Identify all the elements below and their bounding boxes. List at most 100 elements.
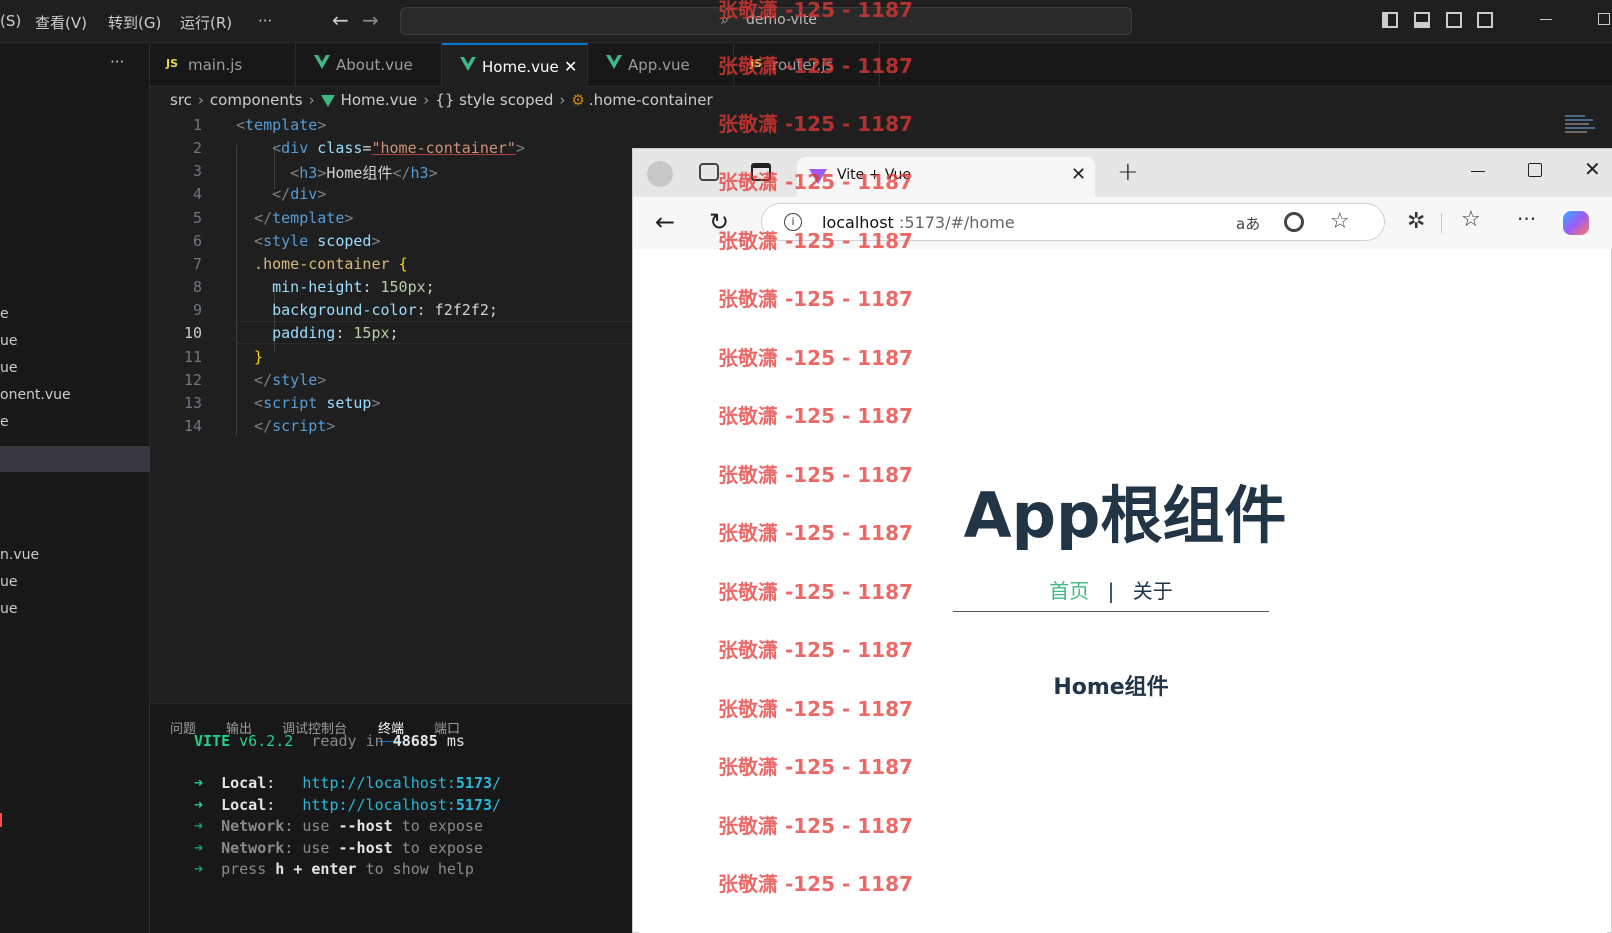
breadcrumb-separator-icon: › [308, 91, 315, 109]
selected-file-highlight [0, 446, 150, 472]
code-token: </ [236, 208, 273, 227]
editor-tab-App-vue[interactable]: App.vue [588, 43, 734, 87]
editor-tab-main-js[interactable]: JS main.js [150, 43, 296, 87]
menu-item[interactable]: 查看(V) [35, 12, 87, 33]
explorer-file-item[interactable]: ue [0, 574, 18, 590]
terminal-token: : [266, 796, 303, 814]
toggle-sidebar-icon[interactable] [1382, 12, 1398, 28]
panel-tab[interactable]: 问题 [170, 718, 196, 737]
workspaces-icon[interactable] [699, 163, 719, 181]
terminal-token: 48685 [392, 732, 438, 750]
maximize-window-icon[interactable] [1528, 163, 1542, 177]
code-token: > [317, 164, 327, 183]
code-token: Home组件 [326, 164, 393, 183]
toggle-secondary-sidebar-icon[interactable] [1446, 12, 1462, 28]
translate-icon[interactable]: aあ [1236, 213, 1260, 234]
back-arrow-icon[interactable]: ← [332, 8, 349, 32]
toggle-panel-icon[interactable] [1414, 12, 1430, 28]
editor-tab-About-vue[interactable]: About.vue [296, 43, 442, 87]
vue-file-icon [320, 94, 335, 107]
profile-avatar-icon[interactable] [647, 161, 673, 187]
back-icon[interactable]: ← [655, 208, 675, 236]
code-token: > [371, 231, 381, 250]
menu-item[interactable]: 运行(R) [180, 12, 232, 33]
watermark-text: 张敬潇 -125 - 1187 [718, 463, 913, 487]
more-actions-icon[interactable]: ··· [110, 53, 124, 71]
breadcrumb-item[interactable]: {} style scoped [435, 91, 553, 109]
extensions-icon[interactable]: ✲ [1407, 209, 1425, 234]
address-path: :5173/#/home [899, 213, 1015, 232]
code-token: > [317, 116, 327, 134]
close-tab-icon[interactable]: ✕ [564, 57, 577, 76]
favorites-icon[interactable]: ☆ [1461, 207, 1481, 232]
code-token: style [263, 231, 318, 250]
explorer-file-item[interactable]: e [0, 414, 9, 430]
explorer-file-item[interactable]: e [0, 306, 9, 322]
terminal-token: ➜ [194, 860, 222, 878]
explorer-file-item[interactable]: ue [0, 601, 18, 617]
terminal-panel: 问题 输出 调试控制台 终端 端口 VITE v6.2.2 ready in 48685… [150, 703, 632, 933]
code-token: ; [389, 324, 399, 343]
code-line: <script setup> [236, 393, 380, 412]
terminal-line: ➜ Network: use --host to expose [194, 817, 483, 835]
forward-arrow-icon[interactable]: → [362, 8, 379, 32]
explorer-file-item[interactable]: ue [0, 333, 18, 349]
layout-icon[interactable] [1477, 12, 1493, 28]
terminal-token: v6.2.2 [239, 732, 294, 750]
code-token: : [362, 278, 381, 297]
terminal-token: ➜ [194, 774, 222, 792]
breadcrumb-item[interactable]: Home.vue [341, 91, 418, 109]
code-editor[interactable]: 1 <template> 2 <div class="home-container"… [150, 113, 632, 703]
line-number: 5 [192, 208, 202, 227]
code-token: } [236, 347, 264, 366]
minimap[interactable] [1565, 113, 1601, 139]
minimize-icon[interactable] [1540, 19, 1552, 20]
code-token: > [515, 139, 525, 158]
code-token: script [272, 416, 327, 435]
menu-item[interactable]: ··· [258, 12, 272, 30]
close-window-icon[interactable]: ✕ [1584, 157, 1601, 181]
watermark-text: 张敬潇 -125 - 1187 [718, 170, 913, 194]
terminal-token: / [492, 796, 502, 814]
vue-file-icon [314, 55, 330, 69]
explorer-file-item[interactable]: n.vue [0, 547, 39, 563]
code-token: { [398, 254, 408, 273]
breadcrumb-item[interactable]: .home-container [589, 91, 713, 109]
line-number: 8 [192, 278, 202, 297]
favorite-star-icon[interactable]: ☆ [1330, 209, 1350, 234]
menu-item[interactable]: (S) [0, 12, 21, 30]
terminal-line: ➜ press h + enter to show help [194, 860, 474, 878]
nav-link-home[interactable]: 首页 [1049, 579, 1089, 603]
terminal-token: : [266, 774, 303, 792]
breadcrumb-separator-icon: › [423, 91, 430, 109]
code-line: </style> [236, 371, 326, 389]
line-number: 7 [192, 254, 202, 273]
nav-separator: | [1107, 579, 1115, 603]
editor-tab-Home-vue[interactable]: Home.vue ✕ [442, 43, 588, 87]
code-token: < [236, 164, 300, 183]
breadcrumb-item[interactable]: src [170, 91, 192, 109]
code-line: <h3>Home组件</h3> [236, 162, 437, 183]
code-line: .home-container { [236, 255, 408, 273]
code-token: < [236, 116, 246, 134]
tab-label: About.vue [336, 56, 413, 74]
close-tab-icon[interactable]: ✕ [1071, 164, 1086, 185]
breadcrumb-item[interactable]: components [210, 91, 303, 109]
code-token: > [326, 416, 336, 435]
new-tab-icon[interactable]: + [1117, 157, 1139, 187]
explorer-file-item[interactable]: onent.vue [0, 387, 71, 403]
code-token: 15px [353, 324, 390, 343]
maximize-icon[interactable] [1598, 13, 1610, 25]
settings-more-icon[interactable]: ··· [1517, 207, 1536, 231]
code-token: template [245, 116, 318, 134]
minimize-window-icon[interactable] [1471, 171, 1485, 172]
code-token: script [263, 393, 327, 412]
copilot-icon[interactable] [1563, 211, 1589, 235]
line-number: 4 [192, 185, 202, 204]
menu-item[interactable]: 转到(G) [108, 12, 161, 33]
code-token: < [236, 393, 264, 412]
router-nav: 首页 | 关于 [953, 575, 1269, 604]
nav-link-about[interactable]: 关于 [1133, 579, 1173, 603]
explorer-file-item[interactable]: ue [0, 360, 18, 376]
edge-icon[interactable] [1284, 212, 1304, 232]
